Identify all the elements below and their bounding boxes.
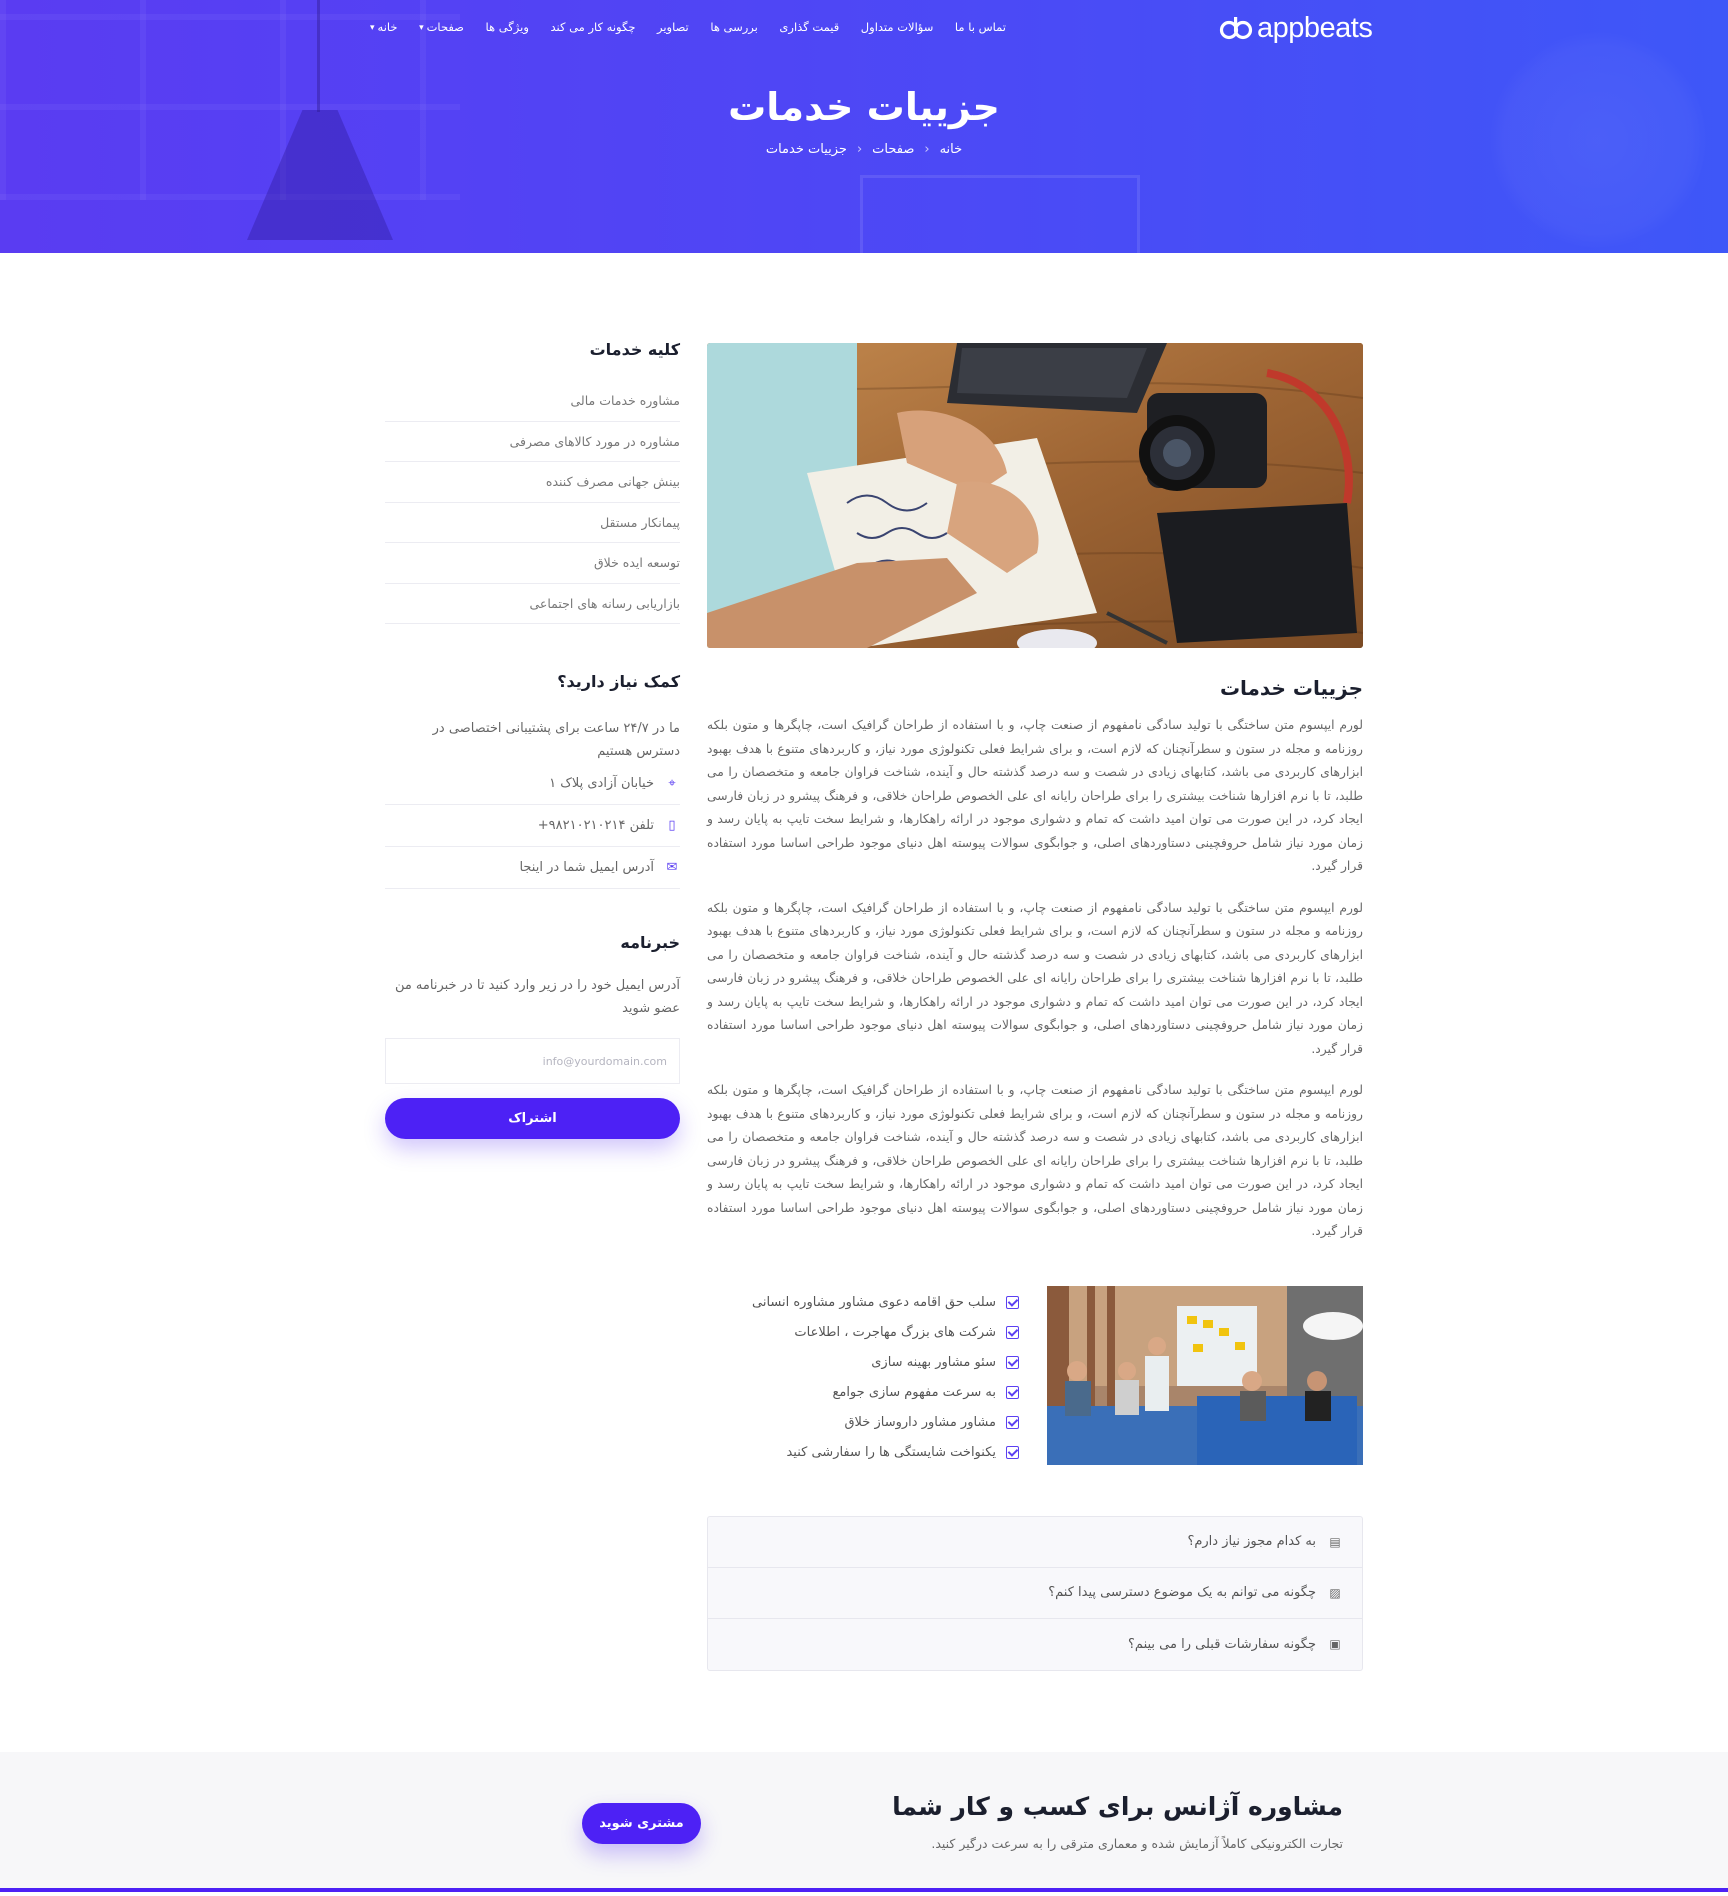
breadcrumb-pages[interactable]: صفحات [872, 142, 914, 157]
contact-phone-text: تلفن ۹۸۲۱۰۲۱۰۲۱۴+ [537, 818, 654, 833]
service-link-contractor[interactable]: پیمانکار مستقل [385, 503, 680, 543]
faq-list: ▤ به کدام مجوز نیاز دارم؟ ▨ چگونه می توا… [707, 1515, 1363, 1671]
contact-phone[interactable]: ▯ تلفن ۹۸۲۱۰۲۱۰۲۱۴+ [385, 805, 680, 847]
services-heading: کلیه خدمات [589, 340, 680, 359]
help-description: ما در ۲۴/۷ ساعت برای پشتیبانی اختصاصی در… [432, 721, 680, 759]
checkbox-check-icon [1006, 1386, 1019, 1399]
chevron-down-icon: ▾ [370, 23, 375, 33]
checklist-text: شرکت های بزرگ مهاجرت ، اطلاعات [794, 1325, 996, 1340]
team-meeting-photo [1047, 1285, 1363, 1465]
subscribe-button[interactable]: اشتراک [385, 1098, 680, 1139]
nav-item-contact[interactable]: تماس با ما [955, 20, 1006, 34]
image-icon: ▨ [1329, 1585, 1341, 1600]
body-paragraph: لورم ایپسوم متن ساختگی با تولید سادگی نا… [707, 718, 1363, 873]
nav-item-reviews[interactable]: بررسی ها [710, 20, 758, 34]
location-pin-icon: ⌖ [668, 776, 676, 791]
checklist-text: سئو مشاور بهینه سازی [871, 1355, 996, 1370]
feature-checklist: سلب حق اقامه دعوی مشاور مشاوره انسانی شر… [752, 1286, 1019, 1468]
nav-label: صفحات [426, 20, 464, 34]
background-lamp-graphic [247, 110, 393, 240]
checklist-text: یکنواخت شایستگی ها را سفارشی کنید [786, 1445, 996, 1460]
sidebar: کلیه خدمات مشاوره خدمات مالی مشاوره در م… [385, 340, 680, 1139]
main-navigation: خانه ▾ صفحات ▾ ویژگی ها چگونه کار می کند ت… [370, 17, 1006, 37]
checklist-item: سئو مشاور بهینه سازی [752, 1348, 1019, 1378]
nav-label: خانه [377, 20, 398, 34]
appbeats-logo-icon [1219, 15, 1253, 41]
chevron-down-icon: ▾ [419, 23, 424, 33]
wallet-icon: ▣ [1329, 1637, 1341, 1651]
newsletter-heading: خبرنامه [620, 933, 680, 952]
newsletter-widget: خبرنامه آدرس ایمیل خود را در زیر وارد کن… [385, 933, 680, 1139]
service-link-social-marketing[interactable]: بازاریابی رسانه های اجتماعی [385, 584, 680, 624]
contact-email-text: آدرس ایمیل شما در اینجا [519, 860, 654, 875]
feature-block: سلب حق اقامه دعوی مشاور مشاوره انسانی شر… [707, 1285, 1363, 1468]
checkbox-check-icon [1006, 1446, 1019, 1459]
page-title: جزییات خدمات [728, 85, 1000, 129]
brand-logo[interactable]: appbeats [1219, 10, 1373, 46]
cta-title: مشاوره آژانس برای کسب و کار شما [892, 1792, 1343, 1821]
envelope-icon: ✉ [666, 860, 678, 875]
help-widget: کمک نیاز دارید؟ ما در ۲۴/۷ ساعت برای پشت… [385, 672, 680, 889]
checkbox-check-icon [1006, 1416, 1019, 1429]
faq-question: به کدام مجوز نیاز دارم؟ [1187, 1534, 1316, 1549]
checkbox-check-icon [1006, 1296, 1019, 1309]
breadcrumb-current: جزییات خدمات [765, 142, 847, 157]
service-link-consumer-goods[interactable]: مشاوره در مورد کالاهای مصرفی [385, 422, 680, 462]
contact-address: ⌖ خیابان آزادی پلاک ۱ [385, 763, 680, 805]
newsletter-description: آدرس ایمیل خود را در زیر وارد کنید تا در… [394, 978, 680, 1016]
nav-item-screenshots[interactable]: تصاویر [657, 20, 689, 34]
checklist-item: به سرعت مفهوم سازی جوامع [752, 1378, 1019, 1408]
faq-item-license[interactable]: ▤ به کدام مجوز نیاز دارم؟ [708, 1517, 1362, 1568]
phone-icon: ▯ [668, 818, 676, 833]
faq-question: چگونه می توانم به یک موضوع دسترسی پیدا ک… [1048, 1585, 1316, 1600]
chevron-left-icon: ‹ [856, 142, 863, 157]
nav-item-features[interactable]: ویژگی ها [486, 20, 529, 34]
checkbox-check-icon [1006, 1356, 1019, 1369]
newsletter-email-input[interactable] [385, 1038, 680, 1084]
page-hero: appbeats خانه ▾ صفحات ▾ ویژگی ها چگونه کار… [0, 0, 1728, 253]
document-icon: ▤ [1329, 1534, 1341, 1549]
services-list: مشاوره خدمات مالی مشاوره در مورد کالاهای… [385, 381, 680, 624]
checkbox-check-icon [1006, 1326, 1019, 1339]
become-customer-button[interactable]: مشتری شوید [582, 1803, 701, 1844]
service-detail-content: جزییات خدمات لورم ایپسوم متن ساختگی با ت… [707, 343, 1363, 1671]
breadcrumb-home[interactable]: خانه [940, 142, 963, 157]
checklist-text: به سرعت مفهوم سازی جوامع [832, 1385, 996, 1400]
footer-accent-line [0, 1888, 1728, 1892]
background-plant-graphic [1488, 30, 1708, 250]
nav-item-pages[interactable]: صفحات ▾ [419, 20, 464, 34]
nav-item-pricing[interactable]: قیمت گذاری [779, 20, 839, 34]
nav-item-faq[interactable]: سؤالات متداول [861, 20, 934, 34]
service-hero-photo [707, 343, 1363, 648]
service-link-consumer-insight[interactable]: بینش جهانی مصرف کننده [385, 462, 680, 503]
background-door-graphic [860, 175, 1140, 253]
nav-item-how-it-works[interactable]: چگونه کار می کند [550, 20, 635, 34]
cta-band: مشاوره آژانس برای کسب و کار شما تجارت ال… [0, 1752, 1728, 1892]
body-paragraph: لورم ایپسوم متن ساختگی با تولید سادگی نا… [707, 1083, 1363, 1238]
section-title: جزییات خدمات [1219, 676, 1363, 700]
cta-subtitle: تجارت الکترونیکی کاملاً آزمایش شده و معم… [931, 1836, 1343, 1851]
contact-email[interactable]: ✉ آدرس ایمیل شما در اینجا [385, 847, 680, 889]
brand-name: appbeats [1257, 11, 1373, 44]
faq-item-past-orders[interactable]: ▣ چگونه سفارشات قبلی را می بینم؟ [708, 1619, 1362, 1670]
checklist-item: سلب حق اقامه دعوی مشاور مشاوره انسانی [752, 1288, 1019, 1318]
help-heading: کمک نیاز دارید؟ [557, 672, 680, 691]
breadcrumb: خانه ‹ صفحات ‹ جزییات خدمات [0, 142, 1728, 157]
body-paragraph: لورم ایپسوم متن ساختگی با تولید سادگی نا… [707, 900, 1363, 1056]
checklist-item: شرکت های بزرگ مهاجرت ، اطلاعات [752, 1318, 1019, 1348]
checklist-text: سلب حق اقامه دعوی مشاور مشاوره انسانی [752, 1295, 996, 1310]
chevron-left-icon: ‹ [924, 142, 930, 157]
service-link-financial-consulting[interactable]: مشاوره خدمات مالی [385, 381, 680, 422]
faq-question: چگونه سفارشات قبلی را می بینم؟ [1128, 1636, 1316, 1652]
checklist-text: مشاور مشاور داروساز خلاق [844, 1415, 996, 1430]
nav-item-home[interactable]: خانه ▾ [370, 20, 398, 34]
service-link-creative-ideas[interactable]: توسعه ایده خلاق [385, 543, 680, 584]
contact-address-text: خیابان آزادی پلاک ۱ [549, 776, 654, 791]
checklist-item: یکنواخت شایستگی ها را سفارشی کنید [752, 1438, 1019, 1468]
faq-item-topic-access[interactable]: ▨ چگونه می توانم به یک موضوع دسترسی پیدا… [708, 1568, 1362, 1619]
checklist-item: مشاور مشاور داروساز خلاق [752, 1408, 1019, 1438]
